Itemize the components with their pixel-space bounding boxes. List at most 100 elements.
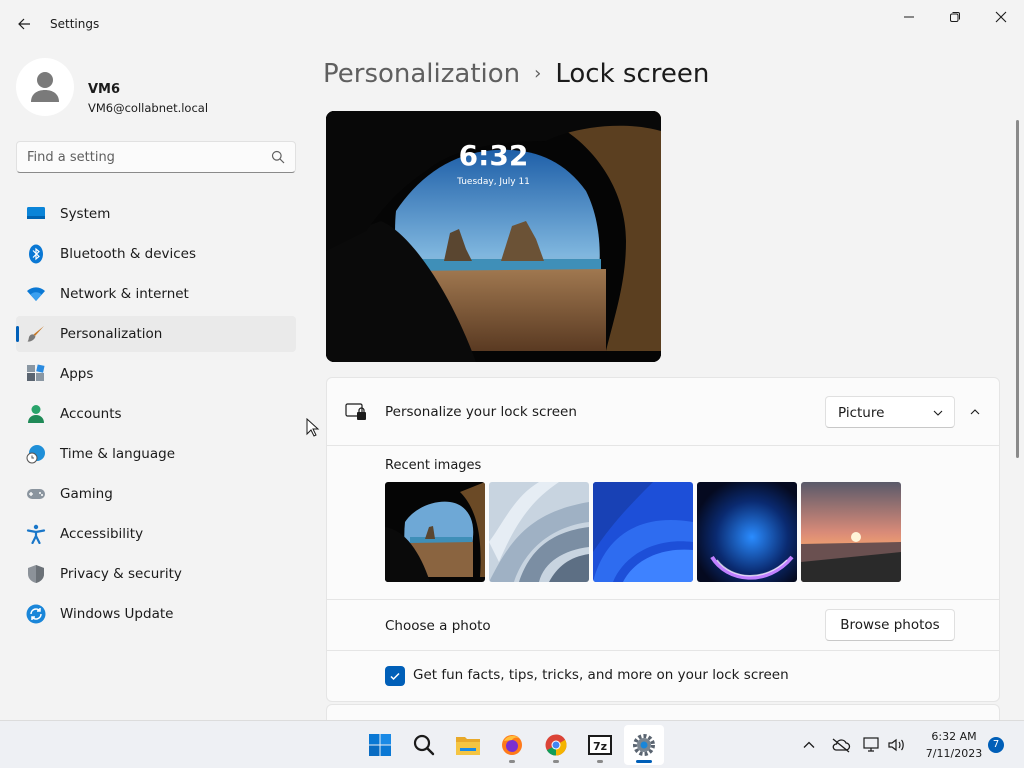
sidebar-item-personalization[interactable]: Personalization (16, 316, 296, 352)
running-indicator (509, 760, 515, 763)
taskbar-clock-time[interactable]: 6:32 AM (920, 730, 988, 743)
sidebar-item-label: Windows Update (60, 606, 174, 622)
taskbar-clock-date[interactable]: 7/11/2023 (920, 747, 988, 760)
user-name: VM6 (88, 82, 121, 97)
cloud-offline-icon (832, 738, 851, 753)
show-hidden-icons-button[interactable] (799, 735, 819, 755)
sidebar-item-privacy-security[interactable]: Privacy & security (16, 556, 296, 592)
running-indicator (597, 760, 603, 763)
search-input[interactable]: Find a setting (16, 141, 296, 173)
fun-facts-row: Get fun facts, tips, tricks, and more on… (327, 651, 999, 701)
breadcrumb-separator: › (534, 63, 542, 84)
personalize-lock-screen-row[interactable]: Personalize your lock screen Picture (327, 378, 999, 446)
file-explorer-icon (456, 737, 480, 755)
close-button[interactable] (978, 2, 1024, 32)
browse-photos-button[interactable]: Browse photos (825, 609, 955, 641)
system-icon (27, 207, 45, 219)
fun-facts-checkbox[interactable] (385, 666, 405, 686)
recent-images-list (385, 482, 901, 582)
recent-images-row: Recent images (327, 446, 999, 600)
personalize-lock-screen-label: Personalize your lock screen (385, 404, 577, 420)
close-icon (995, 11, 1007, 23)
lock-screen-background-dropdown[interactable]: Picture (825, 396, 955, 428)
sidebar-item-label: Personalization (60, 326, 163, 342)
7zip-icon: 7z (588, 735, 612, 755)
sidebar: VM6 VM6@collabnet.local Find a setting S… (0, 48, 312, 720)
firefox-icon (502, 735, 522, 755)
sidebar-item-gaming[interactable]: Gaming (16, 476, 296, 512)
avatar (16, 58, 74, 116)
breadcrumb-parent[interactable]: Personalization (323, 59, 520, 89)
restore-button[interactable] (932, 2, 978, 32)
network-tray-button[interactable] (862, 735, 882, 755)
sidebar-item-label: Accounts (60, 406, 122, 422)
accessibility-icon (26, 524, 46, 544)
recent-image-ribbons-graphic (489, 482, 589, 582)
recent-image-sunset[interactable] (801, 482, 901, 582)
bluetooth-icon (29, 244, 43, 264)
sidebar-item-apps[interactable]: Apps (16, 356, 296, 392)
main-content: Personalization › Lock screen 6:32 Tuesd… (312, 48, 1012, 734)
taskbar-firefox[interactable] (492, 725, 532, 765)
svg-text:7z: 7z (593, 740, 607, 753)
shield-icon (28, 565, 44, 583)
sidebar-item-accessibility[interactable]: Accessibility (16, 516, 296, 552)
window-title: Settings (50, 17, 100, 31)
dropdown-selected-value: Picture (838, 405, 885, 421)
taskbar-7zip[interactable]: 7z (580, 725, 620, 765)
user-profile[interactable]: VM6 VM6@collabnet.local (16, 58, 296, 118)
notification-badge[interactable]: 7 (988, 737, 1004, 753)
recent-image-sunset-graphic (801, 482, 901, 582)
onedrive-tray-button[interactable] (831, 735, 851, 755)
recent-image-ribbons[interactable] (489, 482, 589, 582)
accounts-icon (28, 405, 44, 423)
sidebar-item-label: Bluetooth & devices (60, 246, 197, 262)
sidebar-item-label: Apps (60, 366, 94, 382)
minimize-button[interactable] (886, 2, 932, 32)
preview-date: Tuesday, July 11 (457, 177, 530, 187)
recent-image-glow-graphic (697, 482, 797, 582)
taskbar-settings[interactable] (624, 725, 664, 765)
recent-image-glow[interactable] (697, 482, 797, 582)
sidebar-item-label: Privacy & security (60, 566, 182, 582)
sidebar-nav: System Bluetooth & devices Network & int… (16, 196, 296, 636)
settings-icon (633, 734, 655, 756)
sidebar-item-system[interactable]: System (16, 196, 296, 232)
taskbar-search-button[interactable] (404, 725, 444, 765)
globe-clock-icon (26, 445, 45, 464)
volume-tray-button[interactable] (886, 735, 906, 755)
search-placeholder: Find a setting (27, 150, 115, 165)
sidebar-item-network[interactable]: Network & internet (16, 276, 296, 312)
breadcrumb: Personalization › Lock screen (323, 59, 709, 89)
sidebar-item-windows-update[interactable]: Windows Update (16, 596, 296, 632)
recent-image-blue-bloom[interactable] (593, 482, 693, 582)
start-button[interactable] (360, 725, 400, 765)
taskbar-file-explorer[interactable] (448, 725, 488, 765)
scrollbar[interactable] (1016, 120, 1019, 458)
fun-facts-label: Get fun facts, tips, tricks, and more on… (413, 667, 789, 683)
page-title: Lock screen (555, 59, 710, 89)
apps-icon (27, 364, 45, 381)
sidebar-item-label: Accessibility (60, 526, 144, 542)
taskbar-chrome[interactable] (536, 725, 576, 765)
collapse-button[interactable] (963, 400, 987, 424)
sidebar-item-bluetooth[interactable]: Bluetooth & devices (16, 236, 296, 272)
back-arrow-icon (18, 18, 30, 30)
chevron-up-icon (803, 741, 815, 748)
recent-image-cave-beach[interactable] (385, 482, 485, 582)
windows-start-icon (369, 734, 391, 756)
taskbar: 7z 6:32 AM 7/11/2023 7 (0, 720, 1024, 768)
lock-screen-icon (345, 403, 366, 420)
search-icon (271, 150, 285, 164)
checkmark-icon (390, 672, 400, 681)
recent-image-blue-bloom-graphic (593, 482, 693, 582)
recent-image-cave-beach-graphic (385, 482, 485, 582)
sidebar-item-label: System (60, 206, 111, 222)
sidebar-item-time-language[interactable]: Time & language (16, 436, 296, 472)
search-icon (413, 734, 435, 756)
sidebar-item-label: Network & internet (60, 286, 189, 302)
sidebar-item-accounts[interactable]: Accounts (16, 396, 296, 432)
back-button[interactable] (12, 12, 36, 36)
sidebar-item-label: Time & language (60, 446, 176, 462)
restore-icon (950, 12, 960, 22)
